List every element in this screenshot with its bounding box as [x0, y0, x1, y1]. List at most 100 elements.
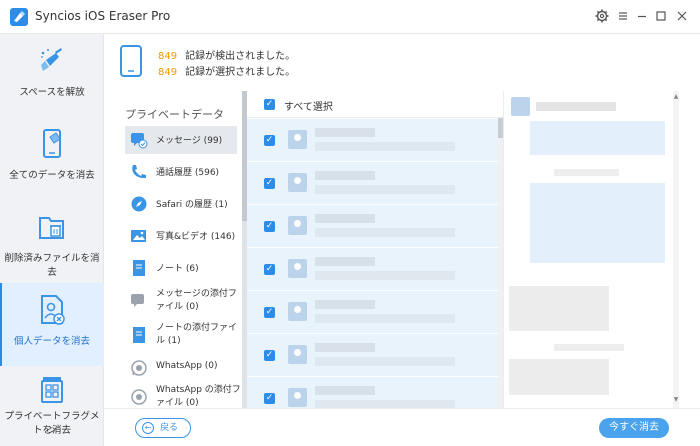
maximize-icon[interactable] [653, 8, 669, 24]
broom-icon [41, 48, 62, 71]
message-bubble [530, 183, 665, 263]
category-label: Safari の履歴 (1) [156, 200, 228, 210]
message-attachment-icon [131, 294, 144, 307]
detected-count: 849 [158, 51, 178, 62]
message-icon [131, 133, 148, 149]
redacted-timestamp [554, 344, 624, 351]
row-checkbox[interactable]: ✓ [264, 350, 275, 361]
redacted-preview [315, 228, 455, 237]
category-label-line1: ノートの添付ファイ [156, 323, 238, 333]
avatar [288, 302, 307, 321]
sidebar-item-label: スペースを解放 [19, 87, 85, 98]
row-checkbox[interactable]: ✓ [264, 135, 275, 146]
category-safari-history[interactable]: Safari の履歴 (1) [125, 190, 237, 218]
message-bubble [509, 286, 609, 331]
category-photos-videos[interactable]: 写真&ビデオ (146) [125, 222, 237, 250]
select-all-checkbox[interactable]: ✓ [264, 99, 275, 110]
avatar [288, 388, 307, 407]
table-row[interactable]: ✓ [247, 162, 498, 205]
menu-icon[interactable] [615, 8, 631, 24]
folder-trash-icon [39, 217, 64, 239]
category-messages[interactable]: メッセージ (99) [125, 126, 237, 154]
category-label-line2: ル (1) [156, 336, 181, 346]
sidebar: スペースを解放 全てのデータを消去 削除済みファイルを消去 個人データを消去 プ… [0, 34, 104, 446]
safari-icon [131, 196, 147, 212]
category-note-attachments[interactable]: ノートの添付ファイ ル (1) [125, 320, 237, 352]
category-notes[interactable]: ノート (6) [125, 254, 237, 282]
redacted-name [315, 214, 375, 223]
whatsapp-attachment-icon [131, 389, 147, 405]
personal-file-icon [41, 295, 65, 325]
category-panel: プライベートデータ メッセージ (99) 通話履歴 (596) Safari の… [117, 91, 242, 408]
gear-icon[interactable] [594, 8, 610, 24]
row-checkbox[interactable]: ✓ [264, 221, 275, 232]
category-label: メッセージ (99) [156, 136, 223, 146]
phone-eraser-icon [43, 129, 61, 158]
erase-now-button[interactable]: 今すぐ消去 [599, 418, 669, 438]
category-label-line1: WhatsApp の添付フ [156, 385, 241, 395]
category-call-history[interactable]: 通話履歴 (596) [125, 158, 237, 186]
category-message-attachments[interactable]: メッセージの添付フ ァイル (0) [125, 286, 237, 318]
row-checkbox[interactable]: ✓ [264, 178, 275, 189]
avatar [288, 173, 307, 192]
table-row[interactable]: ✓ [247, 334, 498, 377]
category-whatsapp[interactable]: WhatsApp (0) [125, 354, 237, 382]
row-checkbox[interactable]: ✓ [264, 393, 275, 404]
redacted-preview [315, 357, 455, 366]
device-icon [120, 45, 142, 77]
selected-text: 記録が選択されました。 [185, 67, 296, 78]
sidebar-item-free-space[interactable]: スペースを解放 [0, 34, 104, 117]
message-bubble [509, 359, 609, 395]
scroll-up-icon[interactable]: ▲ [673, 93, 679, 100]
sidebar-item-label: 全てのデータを消去 [9, 170, 95, 181]
table-row[interactable]: ✓ [247, 377, 498, 408]
sidebar-item-erase-deleted[interactable]: 削除済みファイルを消去 [0, 200, 104, 283]
message-bubble [530, 121, 665, 155]
sidebar-item-erase-personal[interactable]: 個人データを消去 [0, 283, 104, 366]
row-checkbox[interactable]: ✓ [264, 307, 275, 318]
minimize-icon[interactable] [634, 8, 650, 24]
whatsapp-icon [131, 360, 147, 376]
photo-icon [131, 230, 146, 242]
sidebar-item-erase-fragments[interactable]: プライベートフラグメン トを消去 [0, 366, 104, 446]
category-title: プライベートデータ [125, 108, 224, 121]
redacted-preview [315, 314, 455, 323]
back-label: 戻る [160, 423, 179, 433]
back-arrow-icon: ← [142, 422, 154, 434]
detected-text: 記録が検出されました。 [185, 51, 296, 62]
footer: ← 戻る 今すぐ消去 [104, 408, 700, 446]
sidebar-item-erase-all[interactable]: 全てのデータを消去 [0, 117, 104, 200]
phone-icon [132, 165, 146, 179]
redacted-preview [315, 185, 455, 194]
category-label-line2: ァイル (0) [156, 302, 199, 312]
category-label-line1: メッセージの添付フ [156, 289, 237, 299]
category-whatsapp-attachments[interactable]: WhatsApp の添付フ ァイル (0) [125, 382, 241, 408]
message-list: ✓ すべて選択 ✓ ✓ ✓ ✓ ✓ ✓ ✓ [247, 91, 503, 408]
detail-scrollbar[interactable]: ▲ ▼ [673, 91, 679, 408]
redacted-preview [315, 142, 455, 151]
redacted-name [315, 171, 375, 180]
category-label: WhatsApp (0) [156, 361, 218, 371]
table-row[interactable]: ✓ [247, 291, 498, 334]
redacted-name [315, 257, 375, 266]
redacted-name [315, 128, 375, 137]
close-icon[interactable] [674, 8, 690, 24]
avatar [288, 216, 307, 235]
selected-count: 849 [158, 67, 178, 78]
table-row[interactable]: ✓ [247, 248, 498, 291]
avatar [288, 259, 307, 278]
app-title: Syncios iOS Eraser Pro [35, 9, 171, 23]
table-row[interactable]: ✓ [247, 119, 498, 162]
avatar [288, 345, 307, 364]
fragment-grid-icon [41, 377, 63, 403]
redacted-contact [536, 102, 616, 111]
category-label: 写真&ビデオ (146) [156, 232, 236, 242]
scroll-down-icon[interactable]: ▼ [673, 396, 679, 403]
avatar [511, 97, 530, 116]
app-logo-icon [10, 8, 28, 26]
row-checkbox[interactable]: ✓ [264, 264, 275, 275]
table-row[interactable]: ✓ [247, 205, 498, 248]
avatar [288, 130, 307, 149]
back-button[interactable]: ← 戻る [135, 418, 191, 438]
list-header: ✓ すべて選択 [247, 91, 503, 118]
